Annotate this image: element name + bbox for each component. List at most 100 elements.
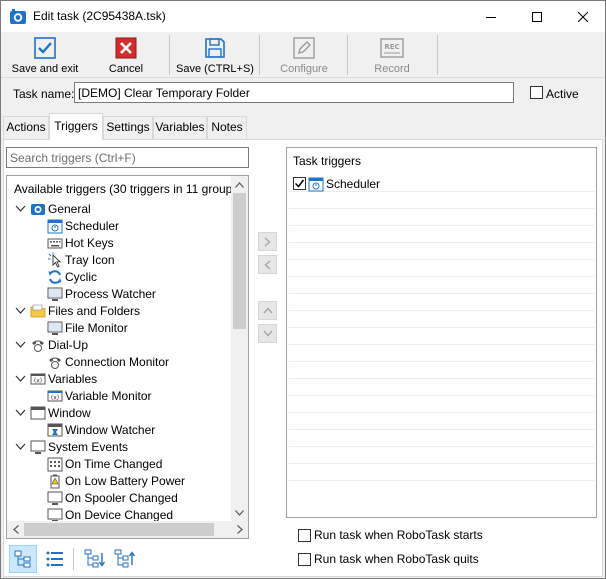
tree-group-system-events[interactable]: System Events — [15, 438, 128, 455]
tree-item-on-spooler-changed[interactable]: On Spooler Changed — [47, 489, 178, 506]
tree-horizontal-scrollbar[interactable] — [7, 521, 248, 538]
window-icon — [30, 406, 46, 419]
record-button[interactable]: REC Record — [353, 32, 431, 78]
tree-group-files-and-folders[interactable]: Files and Folders — [15, 302, 140, 319]
run-on-quit-checkbox[interactable] — [298, 552, 311, 566]
list-view-button[interactable] — [41, 545, 69, 573]
variable-monitor-icon: (x) — [47, 390, 63, 401]
task-name-input[interactable] — [74, 82, 514, 103]
expand-all-button[interactable] — [81, 545, 109, 573]
tab-variables[interactable]: Variables — [153, 116, 207, 139]
toolbar-separator — [437, 35, 438, 75]
tree-item-label: Variable Monitor — [65, 388, 152, 403]
horizontal-scroll-thumb[interactable] — [24, 523, 214, 536]
checkmark-icon — [294, 179, 305, 188]
save-button[interactable]: Save (CTRL+S) — [173, 32, 257, 78]
tree-group-label: General — [48, 201, 91, 216]
trigger-enabled-checkbox[interactable] — [293, 177, 306, 190]
tree-item-label: On Device Changed — [65, 507, 174, 522]
task-trigger-row[interactable]: Scheduler — [293, 175, 380, 192]
grid-line — [289, 208, 594, 209]
collapse-all-button[interactable] — [111, 545, 139, 573]
add-trigger-button[interactable] — [258, 232, 277, 251]
scroll-left-button[interactable] — [7, 521, 24, 538]
collapse-all-icon — [114, 549, 136, 568]
save-and-exit-button[interactable]: Save and exit — [5, 32, 85, 78]
tree-item-label: Connection Monitor — [65, 354, 170, 369]
task-triggers-list[interactable]: Task triggers Scheduler — [286, 147, 597, 518]
arrow-right-icon — [264, 236, 271, 247]
run-on-start-option[interactable]: Run task when RoboTask starts — [298, 527, 483, 543]
tree-item-on-time-changed[interactable]: On Time Changed — [47, 455, 162, 472]
toolbar-separator — [259, 35, 260, 75]
grid-line — [289, 412, 594, 413]
variables-icon: (x) — [30, 373, 46, 384]
spooler-icon — [47, 491, 63, 505]
grid-line — [289, 259, 594, 260]
cancel-label: Cancel — [108, 63, 144, 75]
toolbar-separator — [347, 35, 348, 75]
close-icon — [578, 11, 588, 22]
run-on-start-checkbox[interactable] — [298, 528, 311, 542]
tab-actions[interactable]: Actions — [3, 116, 49, 139]
scroll-right-button[interactable] — [231, 521, 248, 538]
tree-item-label: File Monitor — [65, 320, 128, 335]
chevron-down-icon — [15, 205, 26, 212]
tree-item-variable-monitor[interactable]: (x) Variable Monitor — [47, 387, 151, 404]
tree-item-cyclic[interactable]: Cyclic — [47, 268, 97, 285]
tree-item-label: On Time Changed — [65, 456, 163, 471]
run-on-quit-option[interactable]: Run task when RoboTask quits — [298, 551, 479, 567]
cancel-icon — [115, 37, 137, 59]
chevron-down-icon — [15, 443, 26, 450]
tray-icon — [48, 252, 62, 268]
tree-item-connection-monitor[interactable]: Connection Monitor — [47, 353, 169, 370]
tree-item-hot-keys[interactable]: Hot Keys — [47, 234, 114, 251]
maximize-button[interactable] — [514, 1, 560, 32]
tab-notes[interactable]: Notes — [207, 116, 247, 139]
configure-button[interactable]: Configure — [267, 32, 341, 78]
grid-line — [289, 446, 594, 447]
scroll-down-button[interactable] — [231, 504, 248, 521]
chevron-down-icon — [15, 307, 26, 314]
view-button-separator — [73, 548, 74, 570]
floppy-disk-icon — [205, 38, 225, 58]
cyclic-icon — [48, 269, 62, 284]
tree-group-dial-up[interactable]: Dial-Up — [15, 336, 88, 353]
minimize-button[interactable] — [468, 1, 514, 32]
tree-item-tray-icon[interactable]: Tray Icon — [47, 251, 115, 268]
task-triggers-title: Task triggers — [293, 154, 362, 168]
tree-item-file-monitor[interactable]: File Monitor — [47, 319, 128, 336]
available-triggers-tree[interactable]: Available triggers (30 triggers in 11 gr… — [6, 175, 249, 539]
tree-group-variables[interactable]: (x) Variables — [15, 370, 97, 387]
tree-group-label: Files and Folders — [48, 303, 141, 318]
active-checkbox[interactable] — [530, 86, 543, 99]
grid-line — [289, 242, 594, 243]
tab-triggers[interactable]: Triggers — [49, 113, 103, 140]
tree-item-scheduler[interactable]: Scheduler — [47, 217, 119, 234]
move-down-button[interactable] — [258, 324, 277, 343]
tree-group-window[interactable]: Window — [15, 404, 91, 421]
tab-settings[interactable]: Settings — [103, 116, 153, 139]
tree-item-label: Cyclic — [65, 269, 97, 284]
scroll-up-button[interactable] — [231, 176, 248, 193]
chevron-up-icon — [235, 181, 244, 188]
process-icon — [47, 287, 63, 301]
svg-text:(x): (x) — [51, 394, 59, 401]
tree-item-window-watcher[interactable]: Window Watcher — [47, 421, 155, 438]
cancel-button[interactable]: Cancel — [93, 32, 159, 78]
tree-view-button[interactable] — [9, 545, 37, 573]
tree-item-on-low-battery-power[interactable]: On Low Battery Power — [47, 472, 185, 489]
tree-item-process-watcher[interactable]: Process Watcher — [47, 285, 156, 302]
title-bar[interactable]: Edit task (2C95438A.tsk) — [1, 1, 605, 32]
tree-group-general[interactable]: General — [15, 200, 91, 217]
svg-text:REC: REC — [384, 43, 399, 51]
move-up-button[interactable] — [258, 301, 277, 320]
grid-line — [289, 344, 594, 345]
search-triggers-input[interactable] — [6, 147, 249, 168]
remove-trigger-button[interactable] — [258, 255, 277, 274]
vertical-scroll-thumb[interactable] — [233, 193, 246, 329]
tree-item-label: On Spooler Changed — [65, 490, 178, 505]
save-label: Save (CTRL+S) — [176, 63, 254, 75]
tree-vertical-scrollbar[interactable] — [231, 176, 248, 521]
close-button[interactable] — [560, 1, 606, 32]
